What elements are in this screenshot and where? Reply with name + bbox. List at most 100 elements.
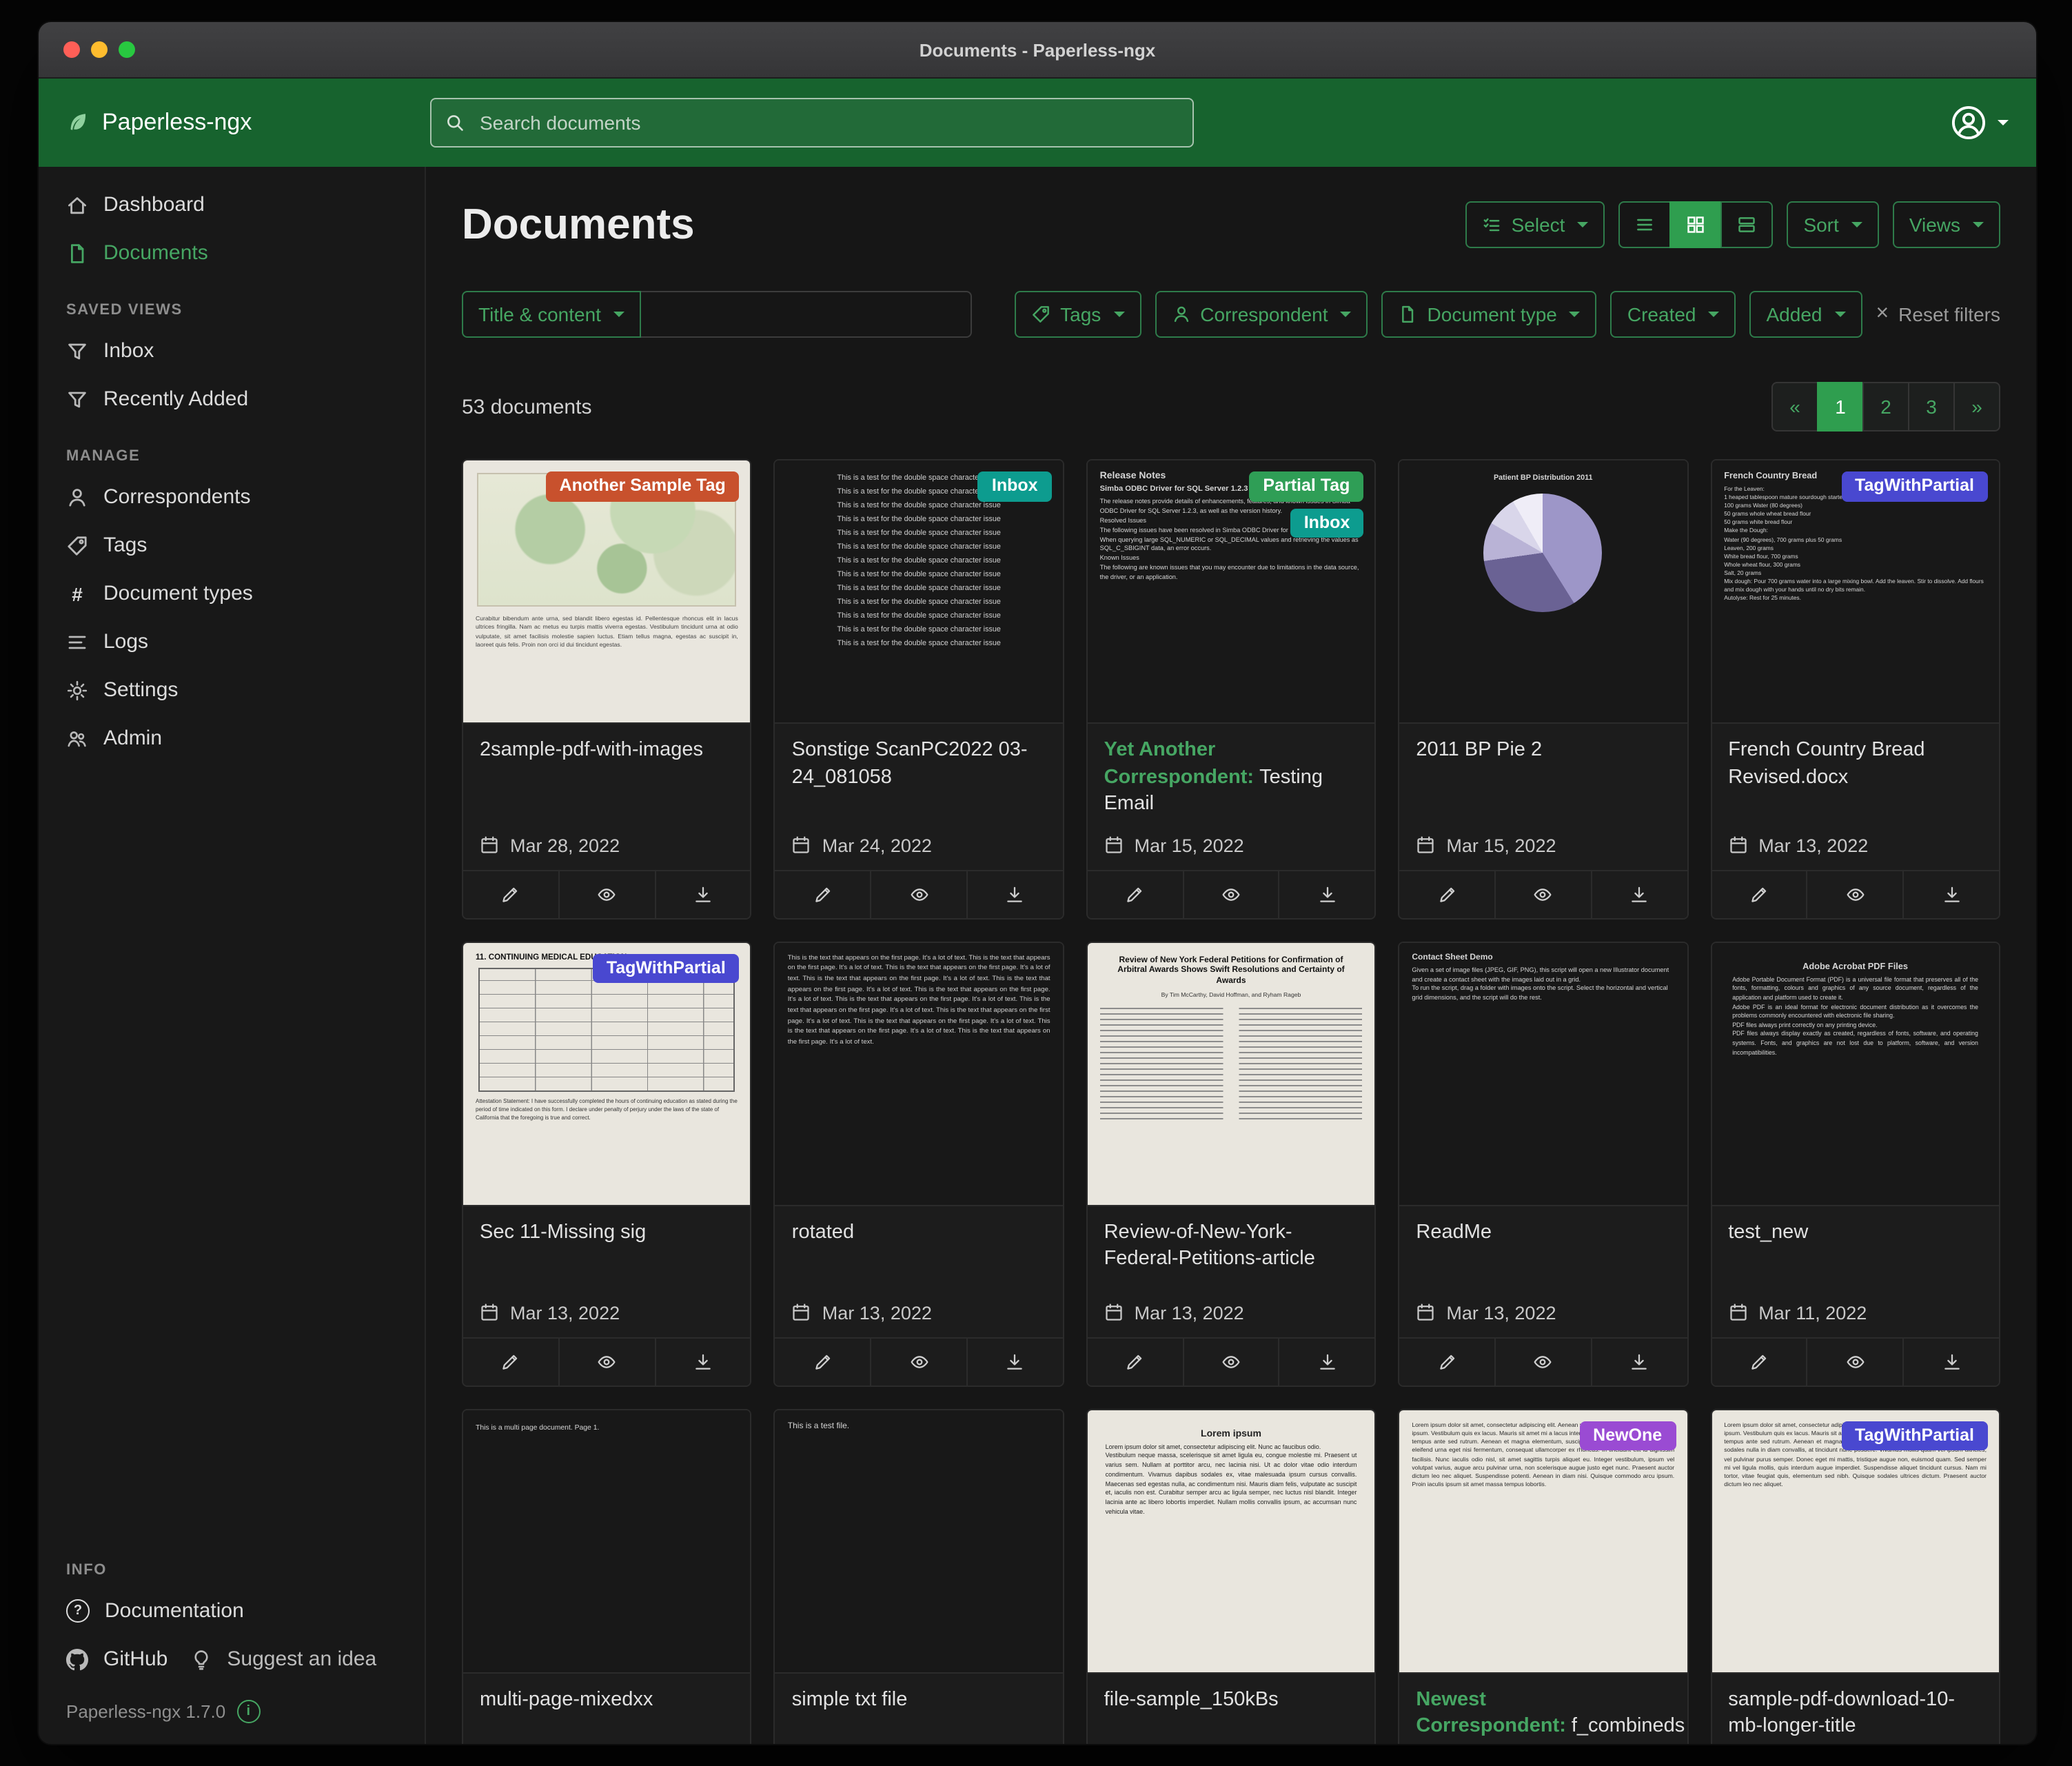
edit-document-button[interactable] [1712,1338,1807,1385]
views-dropdown[interactable]: Views [1893,201,2000,248]
sidebar-item-documentation[interactable]: ? Documentation [39,1587,425,1635]
document-tag-badge[interactable]: Inbox [978,471,1052,501]
document-thumbnail[interactable]: Curabitur bibendum ante urna, sed blandi… [463,460,751,724]
download-document-button[interactable] [1902,1338,1999,1385]
document-card[interactable]: Patient BP Distribution 2011 2011 BP Pie… [1398,459,1688,919]
user-menu[interactable] [1951,105,2009,141]
pagination-page-button[interactable]: 2 [1862,382,1909,432]
document-title[interactable]: Sec 11-Missing sig [463,1206,751,1291]
edit-document-button[interactable] [1088,1338,1183,1385]
document-title[interactable]: file-sample_150kBs [1088,1673,1375,1745]
document-title[interactable]: multi-page-mixedxx [463,1673,751,1745]
download-document-button[interactable] [1902,871,1999,917]
document-thumbnail[interactable]: Lorem ipsum dolor sit amet, consectetur … [1712,1410,1999,1673]
download-document-button[interactable] [966,871,1063,917]
download-document-button[interactable] [654,871,751,917]
select-dropdown[interactable]: Select [1466,201,1605,248]
grid-view-button[interactable] [1669,201,1722,248]
edit-document-button[interactable] [1399,1338,1494,1385]
sort-dropdown[interactable]: Sort [1787,201,1878,248]
search-input[interactable] [477,110,1179,135]
view-document-button[interactable] [1807,871,1903,917]
list-view-button[interactable] [1618,201,1671,248]
close-button[interactable] [63,41,80,58]
document-title[interactable]: Newest Correspondent:f_combineds [1399,1673,1687,1745]
info-icon[interactable]: i [236,1700,260,1723]
document-tag-badge[interactable]: TagWithPartial [1841,1421,1988,1450]
tags-filter-dropdown[interactable]: Tags [1015,291,1141,338]
correspondent-filter-dropdown[interactable]: Correspondent [1155,291,1368,338]
edit-document-button[interactable] [1712,871,1807,917]
download-document-button[interactable] [966,1338,1063,1385]
document-title[interactable]: 2011 BP Pie 2 [1399,724,1687,809]
edit-document-button[interactable] [775,1338,871,1385]
pagination-page-button[interactable]: 1 [1817,382,1864,432]
download-document-button[interactable] [1591,871,1687,917]
download-document-button[interactable] [1591,1338,1687,1385]
document-tag-badge[interactable]: Inbox [1290,508,1364,538]
sidebar-item-github[interactable]: GitHub [39,1635,176,1683]
document-tag-badge[interactable]: NewOne [1579,1421,1676,1450]
document-thumbnail[interactable]: Lorem ipsum Lorem ipsum dolor sit amet, … [1088,1410,1375,1673]
view-document-button[interactable] [558,1338,655,1385]
document-card[interactable]: Release Notes Simba ODBC Driver for SQL … [1086,459,1377,919]
download-document-button[interactable] [1279,1338,1375,1385]
document-card[interactable]: 11. CONTINUING MEDICAL EDUCATION Attesta… [462,941,752,1386]
document-thumbnail[interactable]: 11. CONTINUING MEDICAL EDUCATION Attesta… [463,942,751,1206]
document-title[interactable]: rotated [775,1206,1063,1291]
sidebar-item-logs[interactable]: Logs [39,618,425,666]
document-thumbnail[interactable]: Review of New York Federal Petitions for… [1088,942,1375,1206]
document-card[interactable]: This is a test for the double space char… [774,459,1064,919]
download-document-button[interactable] [654,1338,751,1385]
detail-view-button[interactable] [1720,201,1773,248]
document-thumbnail[interactable]: Adobe Acrobat PDF Files Adobe Portable D… [1712,942,1999,1206]
document-title[interactable]: ReadMe [1399,1206,1687,1291]
document-title[interactable]: French Country Bread Revised.docx [1712,724,1999,809]
maximize-button[interactable] [119,41,135,58]
edit-document-button[interactable] [775,871,871,917]
view-document-button[interactable] [870,1338,966,1385]
view-document-button[interactable] [870,871,966,917]
sidebar-item-settings[interactable]: Settings [39,666,425,714]
edit-document-button[interactable] [463,1338,558,1385]
document-thumbnail[interactable]: This is a test for the double space char… [775,460,1063,724]
view-document-button[interactable] [1494,871,1591,917]
pagination-page-button[interactable]: 3 [1908,382,1955,432]
document-thumbnail[interactable]: This is the text that appears on the fir… [775,942,1063,1206]
document-thumbnail[interactable]: Release Notes Simba ODBC Driver for SQL … [1088,460,1375,724]
view-document-button[interactable] [1182,1338,1279,1385]
document-tag-badge[interactable]: TagWithPartial [593,953,740,983]
sidebar-item-admin[interactable]: Admin [39,714,425,762]
view-document-button[interactable] [1494,1338,1591,1385]
document-card[interactable]: Adobe Acrobat PDF Files Adobe Portable D… [1710,941,2000,1386]
document-card[interactable]: This is the text that appears on the fir… [774,941,1064,1386]
document-title[interactable]: Review-of-New-York-Federal-Petitions-art… [1088,1206,1375,1291]
reset-filters-button[interactable]: × Reset filters [1876,303,2000,325]
document-thumbnail[interactable]: This is a multi page document. Page 1. [463,1410,751,1673]
document-card[interactable]: Review of New York Federal Petitions for… [1086,941,1377,1386]
pagination-next-button[interactable]: » [1953,382,2000,432]
document-card[interactable]: Lorem ipsum dolor sit amet, consectetur … [1710,1408,2000,1745]
document-title[interactable]: 2sample-pdf-with-images [463,724,751,809]
document-thumbnail[interactable]: Patient BP Distribution 2011 [1399,460,1687,724]
document-thumbnail[interactable]: This is a test file. [775,1410,1063,1673]
document-thumbnail[interactable]: French Country Bread For the Leaven: 1 h… [1712,460,1999,724]
download-document-button[interactable] [1279,871,1375,917]
document-thumbnail[interactable]: Contact Sheet Demo Given a set of image … [1399,942,1687,1206]
document-title[interactable]: simple txt file [775,1673,1063,1745]
document-title[interactable]: sample-pdf-download-10-mb-longer-title [1712,1673,1999,1745]
document-tag-badge[interactable]: TagWithPartial [1841,471,1988,501]
document-card[interactable]: Curabitur bibendum ante urna, sed blandi… [462,459,752,919]
document-card[interactable]: This is a test file. simple txt file [774,1408,1064,1745]
minimize-button[interactable] [91,41,108,58]
sidebar-item-documents[interactable]: Documents [39,229,425,277]
sidebar-item-suggest-idea[interactable]: Suggest an idea [176,1635,385,1683]
document-card[interactable]: Lorem ipsum Lorem ipsum dolor sit amet, … [1086,1408,1377,1745]
sidebar-item-tags[interactable]: Tags [39,521,425,569]
sidebar-item-recently-added[interactable]: Recently Added [39,375,425,423]
document-title[interactable]: test_new [1712,1206,1999,1291]
document-correspondent-link[interactable]: Newest Correspondent: [1416,1688,1566,1737]
view-document-button[interactable] [1182,871,1279,917]
document-card[interactable]: This is a multi page document. Page 1. m… [462,1408,752,1745]
sidebar-item-document-types[interactable]: # Document types [39,569,425,618]
